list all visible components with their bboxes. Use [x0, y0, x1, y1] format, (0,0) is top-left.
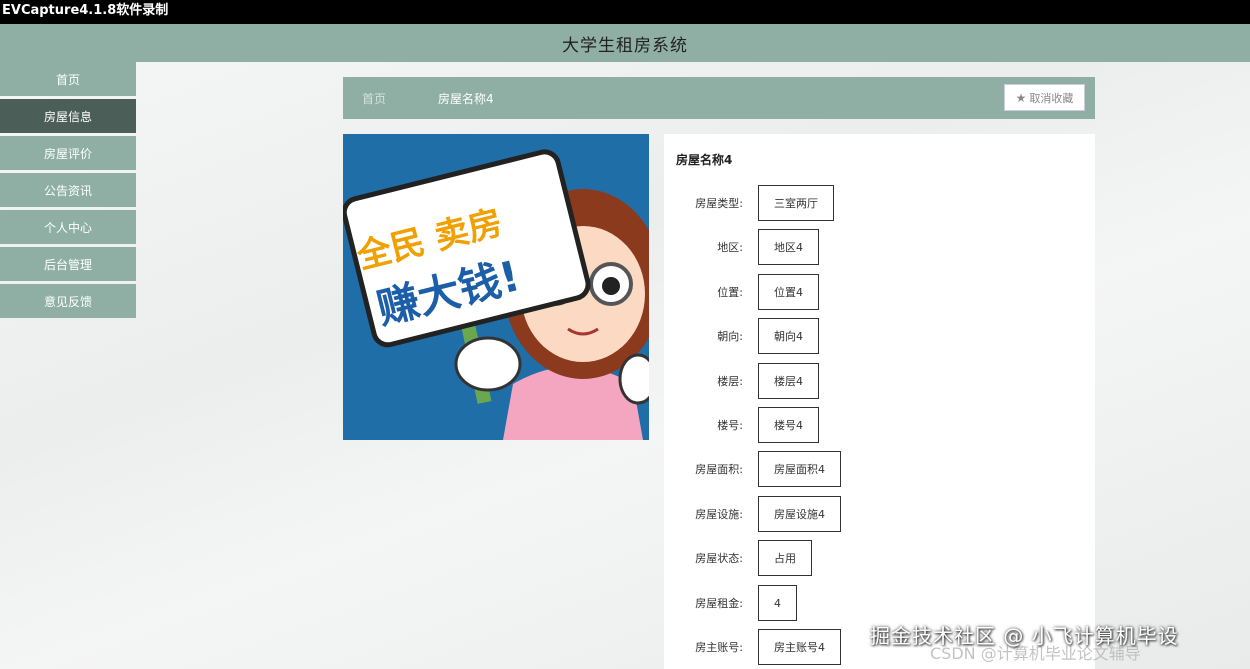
- field-floor: 楼层: 楼层4: [664, 363, 819, 399]
- field-location: 位置: 位置4: [664, 274, 819, 310]
- field-value: 位置4: [758, 274, 819, 310]
- breadcrumb-current: 房屋名称4: [438, 91, 494, 106]
- juejin-watermark: 掘金技术社区 @ 小飞计算机毕设: [870, 624, 1179, 648]
- house-detail-panel: 房屋名称4 房屋类型: 三室两厅 地区: 地区4 位置: 位置4 朝向: 朝向4…: [664, 134, 1095, 669]
- field-value: 占用: [758, 540, 812, 576]
- field-value: 朝向4: [758, 318, 819, 354]
- breadcrumb-home-link[interactable]: 首页: [362, 90, 386, 107]
- field-house-type: 房屋类型: 三室两厅: [664, 185, 834, 221]
- field-status: 房屋状态: 占用: [664, 540, 812, 576]
- site-title: 大学生租房系统: [562, 35, 688, 56]
- star-icon: ★: [1015, 90, 1027, 105]
- field-value: 三室两厅: [758, 185, 834, 221]
- unfavorite-button[interactable]: ★ 取消收藏: [1004, 84, 1085, 111]
- field-value: 房屋设施4: [758, 496, 841, 532]
- field-value: 地区4: [758, 229, 819, 265]
- sidebar-item-feedback[interactable]: 意见反馈: [0, 284, 136, 318]
- sidebar-nav: 首页 房屋信息 房屋评价 公告资讯 个人中心 后台管理 意见反馈: [0, 62, 136, 321]
- field-value: 楼层4: [758, 363, 819, 399]
- field-value: 楼号4: [758, 407, 819, 443]
- recorder-watermark-bar: EVCapture4.1.8软件录制: [0, 0, 1250, 24]
- field-region: 地区: 地区4: [664, 229, 819, 265]
- field-owner-account: 房主账号: 房主账号4: [664, 629, 841, 665]
- house-image: 全民 卖房 赚大钱!: [343, 134, 649, 440]
- field-orientation: 朝向: 朝向4: [664, 318, 819, 354]
- sidebar-item-news[interactable]: 公告资讯: [0, 173, 136, 207]
- breadcrumb: 首页 房屋名称4 ★ 取消收藏: [343, 77, 1095, 119]
- field-value: 4: [758, 585, 797, 621]
- field-facilities: 房屋设施: 房屋设施4: [664, 496, 841, 532]
- field-value: 房屋面积4: [758, 451, 841, 487]
- header-bar: 大学生租房系统: [0, 24, 1250, 62]
- house-name: 房屋名称4: [676, 153, 733, 167]
- sidebar-item-personal-center[interactable]: 个人中心: [0, 210, 136, 244]
- sidebar-item-admin[interactable]: 后台管理: [0, 247, 136, 281]
- recorder-text: EVCapture4.1.8软件录制: [2, 3, 169, 18]
- field-rent: 房屋租金: 4: [664, 585, 797, 621]
- sidebar-item-home[interactable]: 首页: [0, 62, 136, 96]
- sidebar-item-house-review[interactable]: 房屋评价: [0, 136, 136, 170]
- field-building-number: 楼号: 楼号4: [664, 407, 819, 443]
- sidebar-item-house-info[interactable]: 房屋信息: [0, 99, 136, 133]
- field-area: 房屋面积: 房屋面积4: [664, 451, 841, 487]
- field-value: 房主账号4: [758, 629, 841, 665]
- unfavorite-label: 取消收藏: [1029, 91, 1074, 105]
